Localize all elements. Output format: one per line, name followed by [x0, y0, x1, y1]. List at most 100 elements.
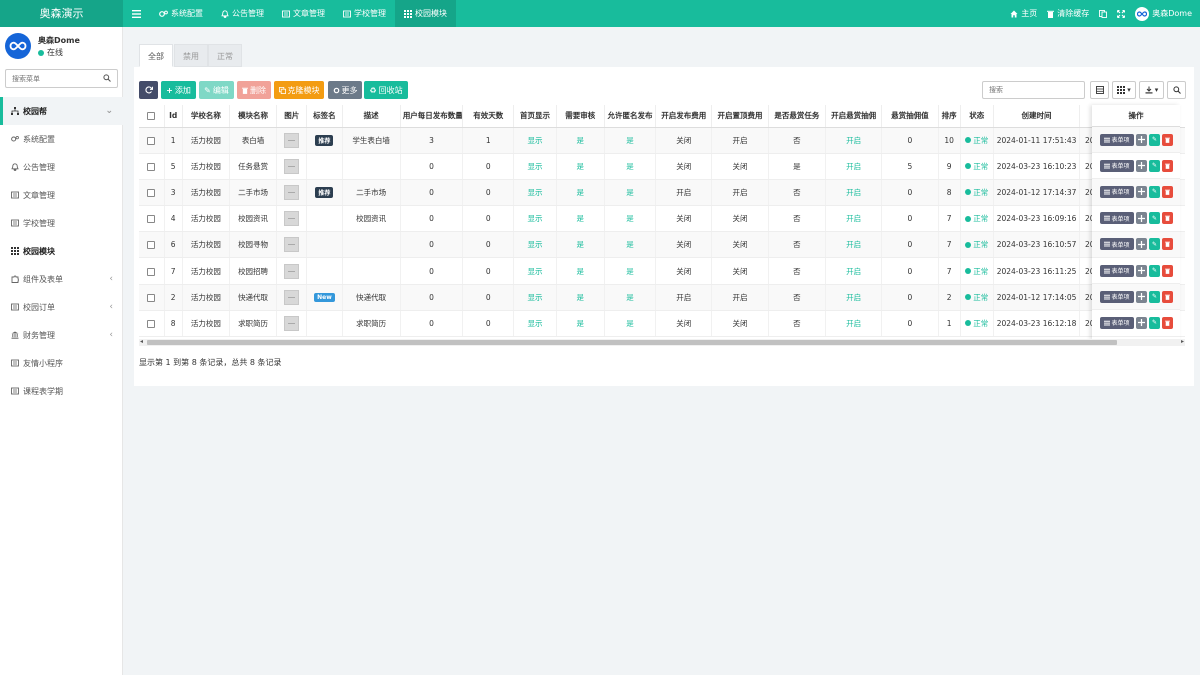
tab-disabled[interactable]: 禁用 — [174, 44, 208, 67]
image-placeholder-icon[interactable] — [284, 158, 300, 174]
status-badge[interactable]: 正常 — [960, 179, 994, 207]
allow-anonymous[interactable]: 是 — [604, 231, 657, 259]
form-items-button[interactable]: 表单项 — [1100, 264, 1134, 277]
homepage-display[interactable]: 显示 — [513, 205, 557, 233]
homepage-display[interactable]: 显示 — [513, 179, 557, 207]
publish-fee[interactable]: 关闭 — [655, 205, 713, 233]
homepage-display[interactable]: 显示 — [513, 284, 557, 311]
publish-fee[interactable]: 开启 — [655, 284, 713, 311]
bounty-task[interactable]: 否 — [768, 205, 826, 233]
bounty-task[interactable]: 是 — [768, 153, 826, 180]
sidebar-item-system-config[interactable]: 系统配置 — [0, 125, 123, 153]
bounty-task[interactable]: 否 — [768, 179, 826, 207]
edit-row-button[interactable]: ✎ — [1149, 264, 1160, 277]
row-checkbox[interactable] — [139, 179, 165, 207]
col-header[interactable]: 排序 — [938, 105, 961, 128]
scrollbar-thumb[interactable] — [147, 340, 1117, 345]
row-checkbox[interactable] — [139, 205, 165, 233]
top-fee[interactable]: 开启 — [711, 284, 769, 311]
publish-fee[interactable]: 关闭 — [655, 257, 713, 285]
allow-anonymous[interactable]: 是 — [604, 127, 657, 154]
clone-module-button[interactable]: 克隆模块 — [274, 81, 324, 99]
fullscreen-button[interactable] — [1117, 9, 1126, 18]
sidebar-item-finance[interactable]: 财务管理 ‹ — [0, 321, 123, 349]
sidebar-item-campus-module[interactable]: 校园模块 — [0, 237, 123, 265]
bounty-task[interactable]: 否 — [768, 127, 826, 154]
homepage-display[interactable]: 显示 — [513, 153, 557, 180]
form-items-button[interactable]: 表单项 — [1100, 159, 1134, 172]
publish-fee[interactable]: 开启 — [655, 179, 713, 207]
homepage-display[interactable]: 显示 — [513, 257, 557, 285]
allow-anonymous[interactable]: 是 — [604, 205, 657, 233]
image-placeholder-icon[interactable] — [284, 184, 300, 200]
needs-review[interactable]: 是 — [556, 257, 605, 285]
status-badge[interactable]: 正常 — [960, 284, 994, 311]
sidebar-item-friend-miniapp[interactable]: 友情小程序 — [0, 349, 123, 377]
publish-fee[interactable]: 关闭 — [655, 153, 713, 180]
table-row[interactable]: 7 活力校园 校园招聘 0 0 显示是是关闭 关闭否开启 0 7 正常 2024-03-23 16:… — [139, 257, 1185, 285]
bounty-task[interactable]: 否 — [768, 231, 826, 259]
sidebar-item-components-forms[interactable]: 组件及表单 ‹ — [0, 265, 123, 293]
scroll-left-arrow-icon[interactable]: ◂ — [140, 338, 143, 345]
homepage-display[interactable]: 显示 — [513, 231, 557, 259]
edit-row-button[interactable]: ✎ — [1149, 238, 1160, 251]
needs-review[interactable]: 是 — [556, 284, 605, 311]
horizontal-scrollbar[interactable]: ◂ ▸ — [139, 338, 1185, 346]
status-badge[interactable]: 正常 — [960, 310, 994, 338]
status-badge[interactable]: 正常 — [960, 205, 994, 233]
delete-row-button[interactable] — [1162, 185, 1173, 198]
top-fee[interactable]: 关闭 — [711, 205, 769, 233]
move-button[interactable] — [1136, 212, 1147, 225]
needs-review[interactable]: 是 — [556, 205, 605, 233]
form-items-button[interactable]: 表单项 — [1100, 185, 1134, 198]
menu-search-input[interactable] — [6, 70, 94, 87]
move-button[interactable] — [1136, 185, 1147, 198]
edit-row-button[interactable]: ✎ — [1149, 185, 1160, 198]
needs-review[interactable]: 是 — [556, 310, 605, 338]
publish-fee[interactable]: 关闭 — [655, 127, 713, 154]
table-row[interactable]: 2 活力校园 快递代取 New 快递代取 0 0 显示是是开启 开启否开启 0 2 正常 2024-01… — [139, 284, 1185, 311]
move-button[interactable] — [1136, 290, 1147, 303]
toggle-view-button[interactable] — [1090, 81, 1109, 99]
form-items-button[interactable]: 表单项 — [1100, 238, 1134, 251]
row-checkbox[interactable] — [139, 231, 165, 259]
bounty-commission[interactable]: 开启 — [825, 257, 883, 285]
image-placeholder-icon[interactable] — [284, 211, 300, 227]
bounty-commission[interactable]: 开启 — [825, 205, 883, 233]
homepage-display[interactable]: 显示 — [513, 310, 557, 338]
table-row[interactable]: 6 活力校园 校园寻物 0 0 显示是是关闭 关闭否开启 0 7 正常 2024-03-23 16:… — [139, 231, 1185, 259]
bounty-commission[interactable]: 开启 — [825, 284, 883, 311]
publish-fee[interactable]: 关闭 — [655, 310, 713, 338]
sidebar-item-notice[interactable]: 公告管理 — [0, 153, 123, 181]
refresh-button[interactable] — [139, 81, 158, 99]
image-placeholder-icon[interactable] — [284, 237, 300, 253]
edit-row-button[interactable]: ✎ — [1149, 290, 1160, 303]
edit-row-button[interactable]: ✎ — [1149, 159, 1160, 172]
sidebar-item-campus-order[interactable]: 校园订单 ‹ — [0, 293, 123, 321]
top-fee[interactable]: 关闭 — [711, 231, 769, 259]
add-button[interactable]: + 添加 — [161, 81, 196, 99]
move-button[interactable] — [1136, 159, 1147, 172]
recycle-bin-button[interactable]: ♻ 回收站 — [364, 81, 408, 99]
image-placeholder-icon[interactable] — [284, 315, 300, 331]
columns-dropdown-button[interactable]: ▾ — [1112, 81, 1136, 99]
edit-button[interactable]: ✎ 编辑 — [199, 81, 234, 99]
bounty-commission[interactable]: 开启 — [825, 310, 883, 338]
image-placeholder-icon[interactable] — [284, 132, 300, 148]
app-logo[interactable]: 奥森演示 — [0, 0, 123, 27]
delete-row-button[interactable] — [1162, 159, 1173, 172]
allow-anonymous[interactable]: 是 — [604, 284, 657, 311]
advanced-search-button[interactable] — [1167, 81, 1186, 99]
clear-cache-button[interactable]: 清除缓存 — [1047, 8, 1089, 19]
sidebar-item-schedule-term[interactable]: 课程表学期 — [0, 377, 123, 405]
home-link[interactable]: 主页 — [1010, 8, 1037, 19]
top-fee[interactable]: 关闭 — [711, 153, 769, 180]
bounty-commission[interactable]: 开启 — [825, 231, 883, 259]
move-button[interactable] — [1136, 133, 1147, 146]
move-button[interactable] — [1136, 316, 1147, 329]
sidebar-toggle-button[interactable] — [123, 0, 150, 27]
status-badge[interactable]: 正常 — [960, 153, 994, 180]
top-fee[interactable]: 关闭 — [711, 257, 769, 285]
image-placeholder-icon[interactable] — [284, 289, 300, 305]
delete-row-button[interactable] — [1162, 316, 1173, 329]
